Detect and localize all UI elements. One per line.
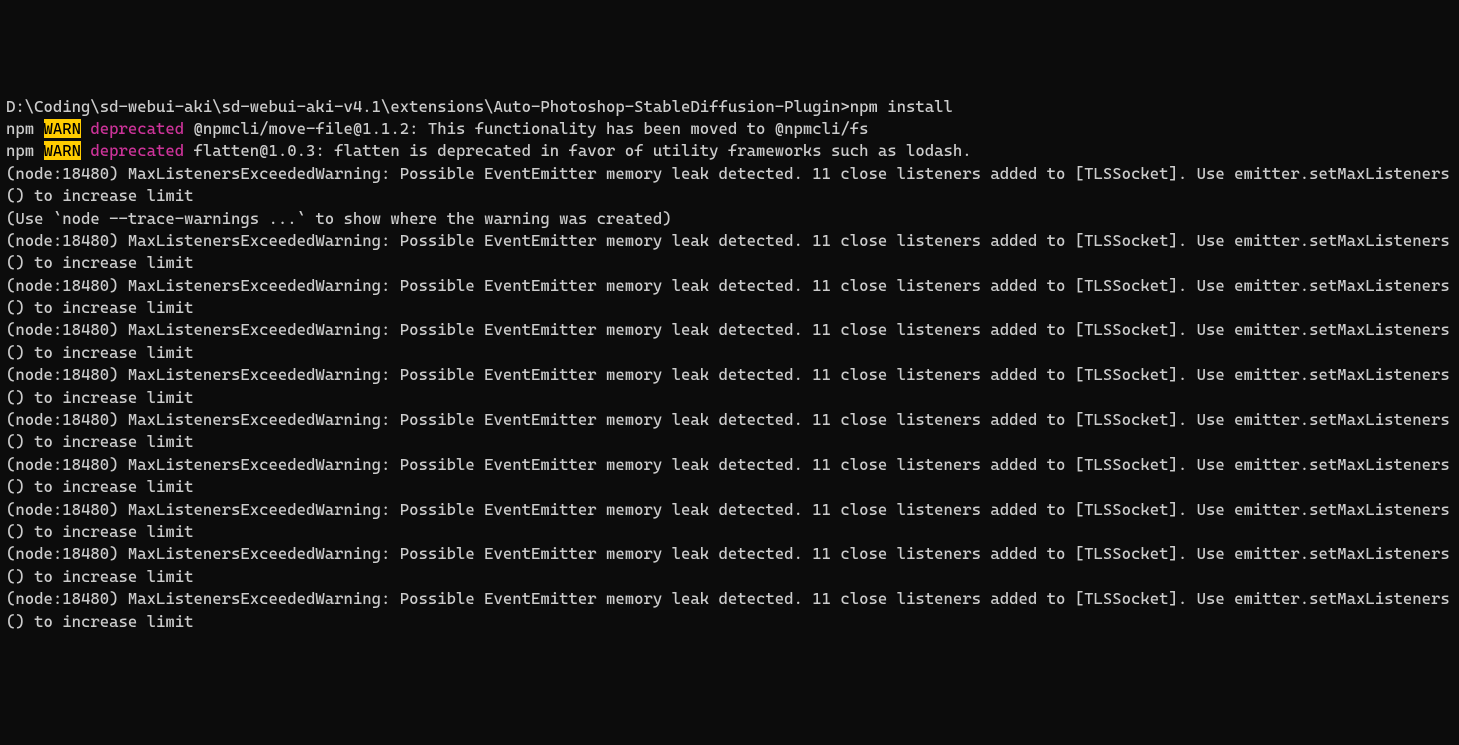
prompt-path: D:\Coding\sd-webui-aki\sd-webui-aki-v4.1… bbox=[6, 97, 850, 116]
deprecated-label: deprecated bbox=[81, 141, 194, 160]
warn-message: flatten@1.0.3: flatten is deprecated in … bbox=[194, 141, 972, 160]
npm-prefix: npm bbox=[6, 141, 44, 160]
terminal-output[interactable]: D:\Coding\sd-webui-aki\sd-webui-aki-v4.1… bbox=[6, 96, 1453, 633]
command-text: npm install bbox=[850, 97, 953, 116]
npm-prefix: npm bbox=[6, 119, 44, 138]
warn-badge: WARN bbox=[44, 141, 82, 160]
trace-hint: (Use `node --trace-warnings ...` to show… bbox=[6, 209, 672, 228]
npm-warn-line-2: npm WARN deprecated flatten@1.0.3: flatt… bbox=[6, 141, 972, 160]
deprecated-label: deprecated bbox=[81, 119, 194, 138]
repeated-warnings-container: (node:18480) MaxListenersExceededWarning… bbox=[6, 230, 1453, 633]
npm-warn-line-1: npm WARN deprecated @npmcli/move-file@1.… bbox=[6, 119, 869, 138]
warn-badge: WARN bbox=[44, 119, 82, 138]
node-warning-first: (node:18480) MaxListenersExceededWarning… bbox=[6, 164, 1450, 205]
warn-message: @npmcli/move-file@1.1.2: This functional… bbox=[194, 119, 869, 138]
